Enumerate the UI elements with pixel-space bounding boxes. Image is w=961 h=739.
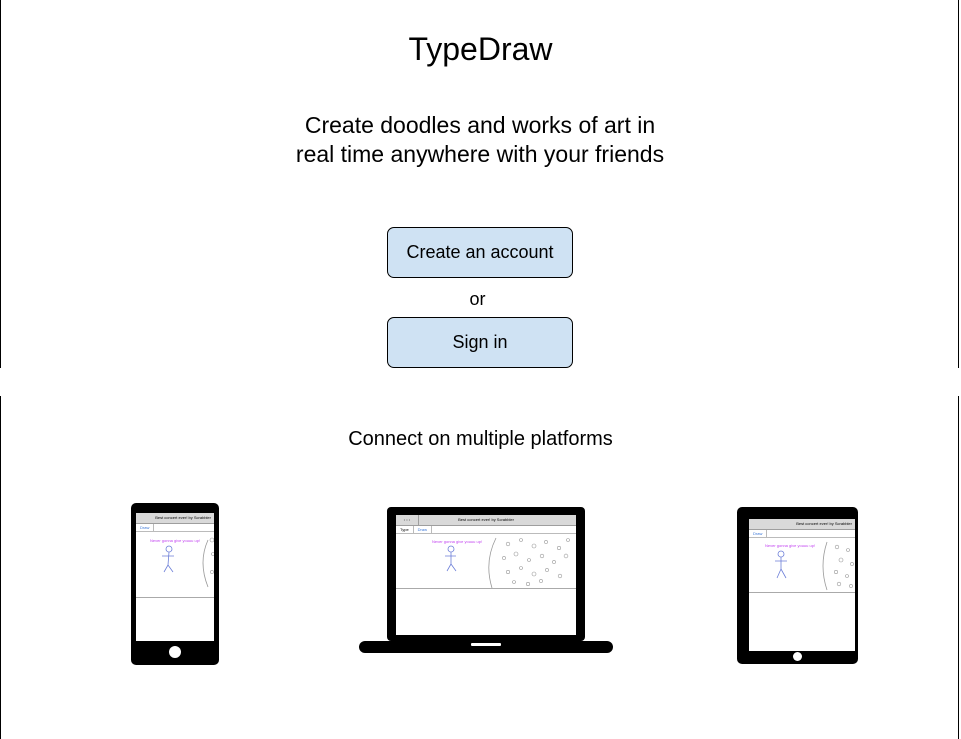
hero-panel: TypeDraw Create doodles and works of art… [0,0,959,368]
create-account-button[interactable]: Create an account [387,227,573,278]
or-separator: or [469,289,486,309]
laptop-stick-figure-doodle [445,537,570,588]
tagline: Create doodles and works of art in real … [295,112,665,167]
tablet-canvas: Never gonna give youuu up! [749,538,855,593]
phone-screen-toolbar: Draw [136,524,214,532]
phone-draw-tool: Draw [136,524,155,531]
app-title: TypeDraw [408,31,553,67]
phone-device-image: Best concert ever! by Scrabbler Draw Nev… [131,503,219,665]
phone-canvas: Never gonna give youuu up! [136,532,214,598]
phone-screen-title: Best concert ever! by Scrabbler [136,513,214,524]
tablet-stick-figure-doodle [775,541,854,591]
tablet-screen-title: Best concert ever! by Scrabbler [749,519,855,530]
tablet-draw-tool: Draw [749,530,768,537]
laptop-device-image: • • • Best concert ever! by Scrabbler Ty… [359,507,613,655]
laptop-screen: • • • Best concert ever! by Scrabbler Ty… [396,515,576,635]
sign-in-button[interactable]: Sign in [387,317,573,368]
phone-screen: Best concert ever! by Scrabbler Draw Nev… [136,513,214,641]
phone-stick-figure-doodle [162,537,214,588]
laptop-trackpad-notch [471,643,501,646]
tablet-device-image: Best concert ever! by Scrabbler Draw Nev… [737,507,858,664]
platforms-heading: Connect on multiple platforms [348,428,613,450]
phone-home-button-icon [169,646,181,658]
laptop-canvas: Never gonna give youuu up! [396,534,576,589]
laptop-draw-tool: Draw [414,526,433,533]
laptop-screen-toolbar: Type Draw [396,526,576,534]
laptop-screen-title: Best concert ever! by Scrabbler [458,517,514,522]
tablet-home-button-icon [793,652,802,661]
laptop-menu-icon: • • • [396,515,419,525]
laptop-type-tool: Type [396,526,414,533]
platforms-panel: Connect on multiple platforms Best conce… [0,396,959,739]
tablet-screen: Best concert ever! by Scrabbler Draw Nev… [749,519,855,651]
tablet-screen-toolbar: Draw [749,530,855,538]
laptop-lid: • • • Best concert ever! by Scrabbler Ty… [387,507,585,641]
